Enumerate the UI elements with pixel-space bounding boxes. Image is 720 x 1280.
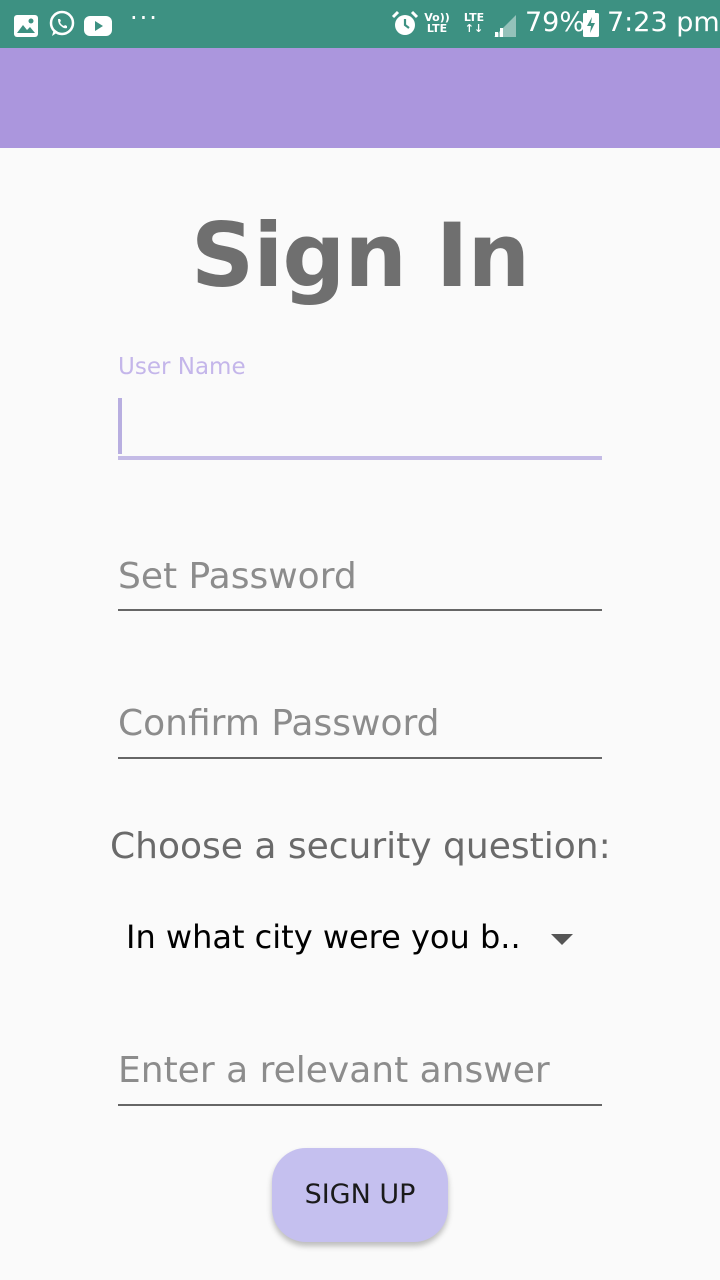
confirm-password-field[interactable]: Confirm Password (118, 703, 602, 763)
volte-indicator: Vo)) LTE (424, 12, 450, 34)
confirm-password-underline (118, 757, 602, 759)
username-label: User Name (118, 354, 246, 380)
alarm-icon (391, 10, 419, 35)
security-answer-field[interactable]: Enter a relevant answer (118, 1050, 602, 1110)
security-question-dropdown[interactable]: In what city were you b.. (110, 904, 602, 974)
sign-up-button[interactable]: SIGN UP (272, 1148, 448, 1242)
data-arrows-icon: ↑↓ (464, 22, 484, 35)
security-answer-underline (118, 1104, 602, 1106)
username-underline (118, 456, 602, 460)
security-question-prompt: Choose a security question: (110, 826, 611, 867)
volte-bottom-text: LTE (426, 22, 448, 35)
text-cursor (118, 398, 122, 454)
app-bar (0, 48, 720, 148)
gallery-notification-icon (14, 15, 38, 37)
username-field[interactable]: User Name (118, 352, 602, 464)
signal-strength-icon (494, 15, 516, 37)
battery-charging-icon (583, 10, 599, 37)
more-notifications-icon: ··· (130, 4, 159, 32)
lte-data-indicator: LTE ↑↓ (460, 12, 488, 34)
set-password-placeholder: Set Password (118, 556, 357, 597)
whatsapp-notification-icon (49, 10, 75, 36)
battery-percentage: 79% (525, 7, 586, 38)
security-question-selected: In what city were you b.. (126, 918, 521, 956)
youtube-notification-icon (84, 16, 112, 36)
set-password-underline (118, 609, 602, 611)
security-answer-placeholder: Enter a relevant answer (118, 1050, 550, 1091)
page-title: Sign In (190, 204, 530, 307)
confirm-password-placeholder: Confirm Password (118, 703, 440, 744)
clock-time: 7:23 pm (607, 7, 720, 38)
dropdown-arrow-icon (551, 934, 573, 945)
status-bar: ··· Vo)) LTE LTE ↑↓ 79% 7:23 pm (0, 0, 720, 48)
set-password-field[interactable]: Set Password (118, 556, 602, 616)
